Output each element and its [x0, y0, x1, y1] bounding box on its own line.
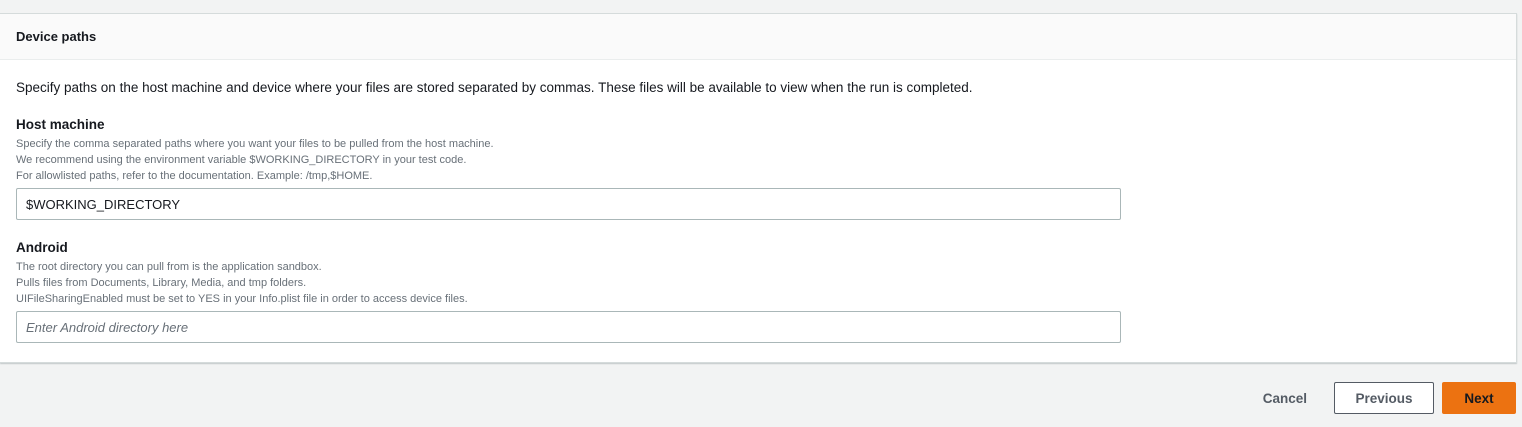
panel-title: Device paths	[16, 29, 97, 44]
android-label: Android	[16, 240, 68, 255]
host-machine-input[interactable]	[16, 188, 1121, 220]
android-description-line: The root directory you can pull from is …	[16, 261, 322, 273]
device-paths-panel: Device paths Specify paths on the host m…	[0, 13, 1517, 363]
host-machine-description-line: Specify the comma separated paths where …	[16, 138, 494, 150]
cancel-button[interactable]: Cancel	[1243, 382, 1327, 414]
wizard-footer: Cancel Previous Next	[1243, 382, 1516, 414]
panel-header: Device paths	[0, 14, 1516, 60]
host-machine-description-line: We recommend using the environment varia…	[16, 154, 467, 166]
host-machine-label: Host machine	[16, 117, 105, 132]
panel-description: Specify paths on the host machine and de…	[16, 80, 973, 95]
android-field: Android The root directory you can pull …	[16, 239, 1500, 343]
page: Device paths Specify paths on the host m…	[0, 0, 1522, 427]
previous-button[interactable]: Previous	[1334, 382, 1434, 414]
host-machine-field: Host machine Specify the comma separated…	[16, 116, 1500, 220]
android-directory-input[interactable]	[16, 311, 1121, 343]
android-description-line: UIFileSharingEnabled must be set to YES …	[16, 293, 468, 305]
android-description-line: Pulls files from Documents, Library, Med…	[16, 277, 307, 289]
panel-body: Specify paths on the host machine and de…	[0, 60, 1516, 343]
android-description: The root directory you can pull from is …	[16, 259, 1500, 307]
next-button[interactable]: Next	[1442, 382, 1516, 414]
host-machine-description: Specify the comma separated paths where …	[16, 136, 1500, 184]
host-machine-description-line: For allowlisted paths, refer to the docu…	[16, 170, 373, 182]
